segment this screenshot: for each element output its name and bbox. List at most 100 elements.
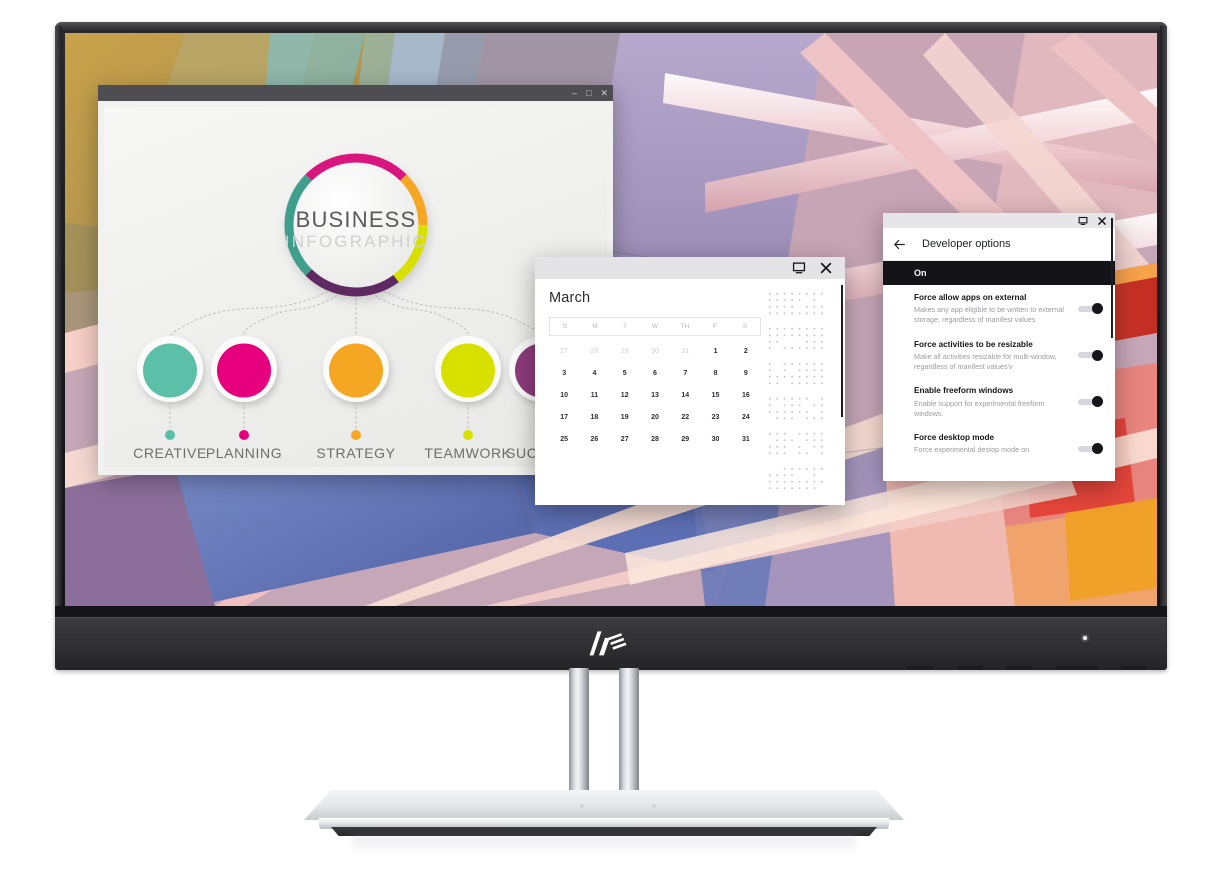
node-dot: [351, 430, 361, 440]
calendar-day-cell[interactable]: 27: [610, 428, 640, 450]
calendar-day-cell[interactable]: 28: [579, 340, 609, 362]
calendar-day-cell[interactable]: 7: [670, 362, 700, 384]
bezel-top-gloss: [55, 22, 1167, 32]
calendar-day-cell[interactable]: 15: [700, 384, 730, 406]
close-icon[interactable]: ✕: [600, 89, 608, 98]
calendar-day-cell[interactable]: 20: [640, 406, 670, 428]
calendar-day-cell[interactable]: 23: [700, 406, 730, 428]
calendar-day-cell[interactable]: 29: [610, 340, 640, 362]
developer-option-row[interactable]: Force allow apps on external Makes any ap…: [883, 285, 1115, 332]
calendar-day-cell[interactable]: 13: [640, 384, 670, 406]
developer-option-description: Enable support for experimental freeform…: [914, 399, 1070, 419]
developer-option-description: Make all activities resizable for multi-…: [914, 352, 1070, 372]
developer-options-list: Force allow apps on external Makes any ap…: [883, 285, 1115, 462]
calendar-day-header: M: [580, 323, 610, 330]
calendar-placeholder-column: [767, 279, 845, 505]
infographic-heading-1: BUSINESS: [296, 207, 417, 232]
arrow-left-icon[interactable]: [893, 238, 906, 251]
calendar-day-grid[interactable]: 27 28 29 30 31 1 2 3 4 5 6 7 8 9 10 11 12 13 14 15 16 17 18 19 2…: [549, 340, 761, 450]
developer-option-row[interactable]: Force desktop mode Force experimental des…: [883, 425, 1115, 461]
minimize-icon[interactable]: –: [572, 89, 577, 98]
calendar-day-cell[interactable]: 3: [549, 362, 579, 384]
calendar-day-cell[interactable]: 2: [731, 340, 761, 362]
calendar-titlebar[interactable]: [535, 257, 845, 279]
stand-base-reflection: [352, 836, 856, 854]
developer-options-title: Developer options: [922, 238, 1011, 250]
display-icon[interactable]: [1078, 216, 1088, 226]
calendar-day-cell[interactable]: 14: [670, 384, 700, 406]
developer-option-toggle[interactable]: [1078, 350, 1103, 361]
node-dot: [239, 430, 249, 440]
window-calendar[interactable]: March S M T W TH F S 27 28 29 30 31 1 2 3 4 5 6 7 8 9 10 11 12…: [535, 257, 845, 505]
node-label: CREATIVE: [133, 445, 207, 461]
developer-titlebar[interactable]: [883, 213, 1115, 228]
calendar-day-cell[interactable]: 17: [549, 406, 579, 428]
bezel-left-edge: [55, 26, 62, 606]
developer-option-text: Enable freeform windows Enable support fo…: [914, 386, 1078, 419]
calendar-day-cell[interactable]: 8: [700, 362, 730, 384]
calendar-day-header: S: [550, 323, 580, 330]
calendar-scrollbar[interactable]: [841, 285, 844, 417]
calendar-main: March S M T W TH F S 27 28 29 30 31 1 2 3 4 5 6 7 8 9 10 11 12…: [535, 279, 767, 505]
node-dot: [463, 430, 473, 440]
infographic-node[interactable]: [323, 336, 389, 402]
infographic-graphic: BUSINESS INFOGRAPHIC CREATIVE PLANNING STR…: [104, 107, 607, 467]
close-icon[interactable]: [819, 261, 833, 275]
calendar-day-cell[interactable]: 30: [700, 428, 730, 450]
node-label: STRATEGY: [316, 445, 395, 461]
calendar-day-cell[interactable]: 31: [731, 428, 761, 450]
calendar-day-cell[interactable]: 30: [640, 340, 670, 362]
window-developer-options[interactable]: Developer options On Force allow apps on…: [883, 213, 1115, 481]
stand-pillar-left: [569, 668, 589, 808]
display-icon[interactable]: [792, 261, 806, 275]
calendar-day-cell[interactable]: 25: [549, 428, 579, 450]
maximize-icon[interactable]: □: [586, 89, 591, 98]
calendar-day-cell[interactable]: 12: [610, 384, 640, 406]
developer-option-toggle[interactable]: [1078, 396, 1103, 407]
calendar-day-cell[interactable]: 10: [549, 384, 579, 406]
calendar-day-cell[interactable]: 28: [640, 428, 670, 450]
developer-master-switch-label[interactable]: On: [883, 261, 1115, 285]
calendar-day-cell[interactable]: 29: [670, 428, 700, 450]
calendar-day-cell[interactable]: 22: [670, 406, 700, 428]
monitor-stand-base: [304, 790, 904, 836]
infographic-titlebar[interactable]: – □ ✕: [98, 85, 613, 101]
stand-pillar-right: [619, 668, 639, 808]
developer-option-toggle[interactable]: [1078, 303, 1103, 314]
developer-scrollbar[interactable]: [1111, 218, 1114, 338]
hp-logo: [589, 628, 633, 658]
calendar-day-header: T: [610, 323, 640, 330]
close-icon[interactable]: [1097, 216, 1107, 226]
calendar-day-cell[interactable]: 27: [549, 340, 579, 362]
osd-button-notches[interactable]: [907, 665, 1147, 670]
calendar-day-cell[interactable]: 11: [579, 384, 609, 406]
infographic-canvas: BUSINESS INFOGRAPHIC CREATIVE PLANNING STR…: [104, 107, 607, 467]
calendar-day-cell[interactable]: 26: [579, 428, 609, 450]
developer-option-row[interactable]: Enable freeform windows Enable support fo…: [883, 378, 1115, 425]
infographic-node[interactable]: [211, 336, 277, 402]
calendar-day-cell[interactable]: 19: [610, 406, 640, 428]
developer-option-text: Force desktop mode Force experimental des…: [914, 433, 1078, 455]
calendar-day-cell[interactable]: 9: [731, 362, 761, 384]
calendar-day-cell[interactable]: 1: [700, 340, 730, 362]
stand-base-screw-right: [652, 804, 656, 808]
calendar-day-cell[interactable]: 6: [640, 362, 670, 384]
calendar-day-header: W: [640, 323, 670, 330]
calendar-day-cell[interactable]: 31: [670, 340, 700, 362]
developer-option-text: Force allow apps on external Makes any ap…: [914, 293, 1078, 326]
infographic-node[interactable]: [137, 336, 203, 402]
calendar-body: March S M T W TH F S 27 28 29 30 31 1 2 3 4 5 6 7 8 9 10 11 12…: [535, 279, 845, 505]
developer-option-text: Force activities to be resizable Make all…: [914, 340, 1078, 373]
calendar-day-cell[interactable]: 5: [610, 362, 640, 384]
calendar-day-cell[interactable]: 24: [731, 406, 761, 428]
calendar-day-cell[interactable]: 16: [731, 384, 761, 406]
developer-option-toggle[interactable]: [1078, 443, 1103, 454]
hp-monitor: – □ ✕ BUSINESS INFOGRAPHIC CREATIVE PLAN…: [55, 22, 1167, 670]
infographic-heading-2: INFOGRAPHIC: [285, 232, 427, 251]
placeholder-dot-block: [767, 466, 837, 492]
developer-option-row[interactable]: Force activities to be resizable Make all…: [883, 332, 1115, 379]
calendar-day-cell[interactable]: 18: [579, 406, 609, 428]
calendar-day-cell[interactable]: 4: [579, 362, 609, 384]
infographic-node[interactable]: [435, 336, 501, 402]
calendar-day-header: S: [730, 323, 760, 330]
